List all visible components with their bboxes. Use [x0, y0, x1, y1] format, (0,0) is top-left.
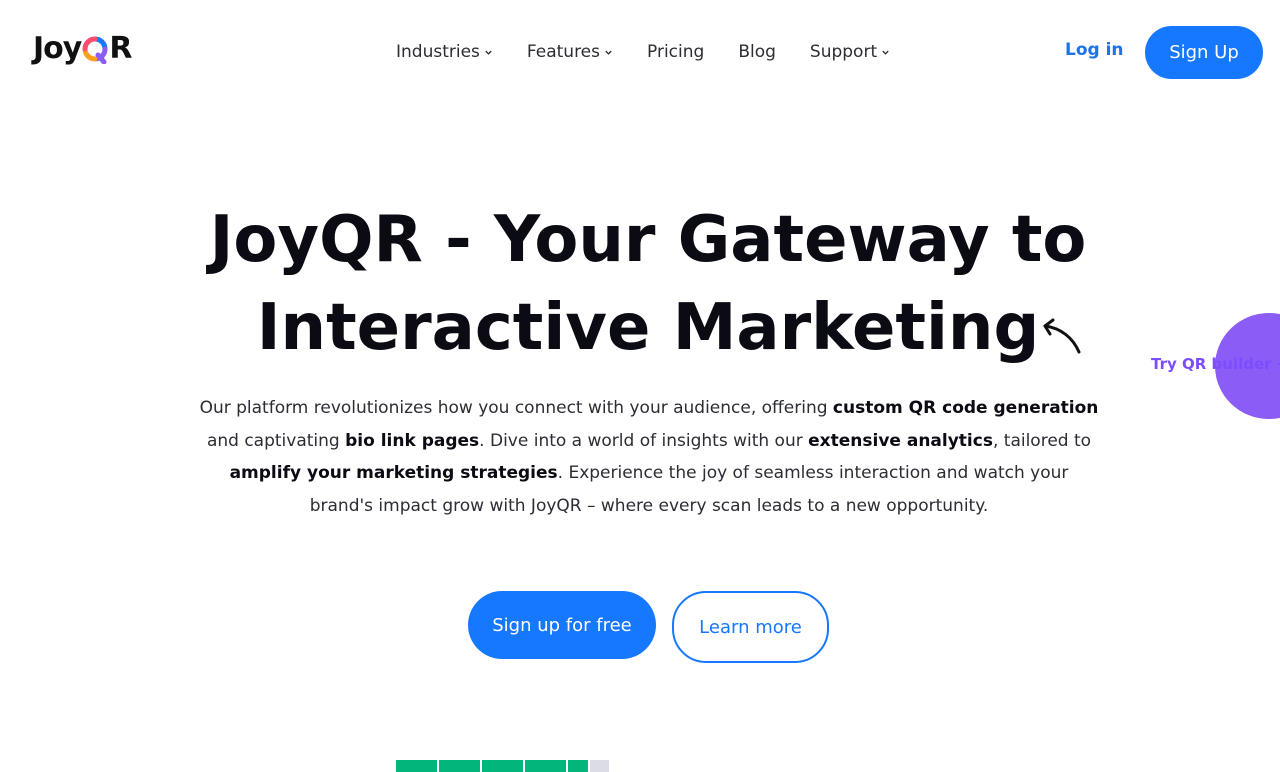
hero-title-line1: JoyQR - Your Gateway to — [209, 203, 1087, 277]
nav-item-support[interactable]: Support — [810, 42, 890, 62]
qr-builder-label[interactable]: Try QR builder ⟶ — [1151, 355, 1280, 373]
signup-free-button[interactable]: Sign up for free — [468, 591, 656, 659]
desc-bold: extensive analytics — [808, 430, 993, 451]
hero-description: Our platform revolutionizes how you conn… — [196, 392, 1102, 522]
desc-text: and captivating — [206, 430, 346, 451]
hero-title: JoyQR - Your Gateway to Interactive Mark… — [0, 196, 1280, 372]
nav-item-features[interactable]: Features — [527, 42, 613, 62]
logo-text-r: R — [109, 30, 132, 66]
desc-bold: bio link pages — [345, 430, 480, 451]
logo-q-icon — [82, 33, 108, 64]
nav-item-label: Blog — [738, 42, 776, 62]
desc-text: , tailored to — [992, 430, 1092, 451]
chevron-down-icon — [485, 50, 492, 55]
rating-star — [396, 760, 437, 772]
chevron-down-icon — [605, 50, 612, 55]
curved-arrow-icon — [1043, 318, 1081, 354]
logo-text-joy: Joy — [33, 30, 82, 66]
star-rating-icon — [396, 760, 609, 772]
nav-item-blog[interactable]: Blog — [738, 42, 776, 62]
desc-bold: custom QR code generation — [832, 398, 1099, 418]
chevron-down-icon — [882, 50, 889, 55]
nav-item-label: Features — [526, 42, 601, 62]
desc-bold: amplify your marketing strategies — [229, 463, 558, 483]
nav-item-label: Pricing — [647, 42, 705, 62]
rating-star — [482, 760, 523, 772]
nav-item-pricing[interactable]: Pricing — [647, 42, 704, 62]
hero-title-line2: Interactive Marketing — [256, 291, 1040, 365]
rating-star — [439, 760, 480, 772]
joyqr-logo[interactable]: Joy R — [33, 28, 132, 68]
rating-star-empty — [590, 760, 609, 772]
learn-more-button[interactable]: Learn more — [672, 591, 829, 663]
rating-star — [525, 760, 566, 772]
rating-star — [568, 760, 588, 772]
nav-item-label: Industries — [396, 42, 480, 62]
desc-text: Our platform revolutionizes how you conn… — [199, 398, 833, 418]
login-link[interactable]: Log in — [1065, 40, 1124, 60]
nav-item-industries[interactable]: Industries — [396, 42, 493, 62]
main-nav: Industries Features Pricing Blog Support — [396, 39, 924, 65]
nav-item-label: Support — [809, 42, 878, 62]
signup-button[interactable]: Sign Up — [1145, 26, 1263, 79]
desc-text: . Dive into a world of insights with our — [479, 430, 809, 451]
